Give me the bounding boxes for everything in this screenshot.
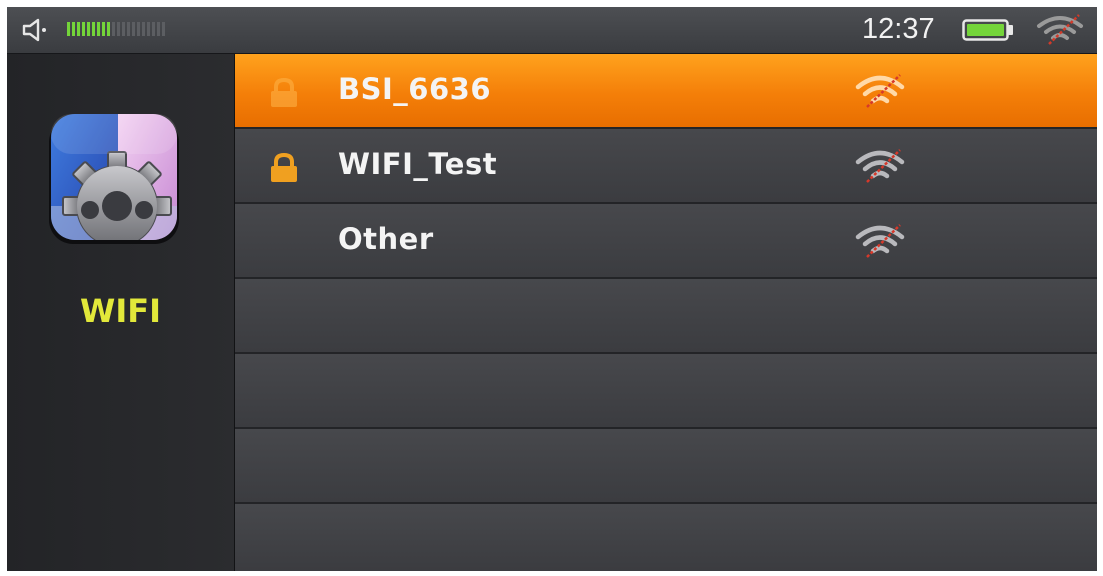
- speaker-icon[interactable]: [21, 17, 51, 43]
- network-row-2[interactable]: Other: [235, 204, 1097, 279]
- volume-bar: [147, 22, 150, 36]
- volume-bar: [67, 22, 70, 36]
- empty-row: [235, 429, 1097, 504]
- wifi-signal-icon: [855, 74, 905, 108]
- volume-bar: [107, 22, 110, 36]
- network-name: WIFI_Test: [338, 147, 498, 181]
- empty-row: [235, 279, 1097, 354]
- network-name: Other: [338, 222, 434, 256]
- network-name: BSI_6636: [338, 72, 491, 106]
- volume-bar: [102, 22, 105, 36]
- volume-bar: [127, 22, 130, 36]
- settings-gear-icon: [49, 114, 179, 244]
- app-title: WIFI: [80, 292, 161, 330]
- status-bar: 12:37: [7, 7, 1097, 54]
- volume-bar: [77, 22, 80, 36]
- volume-bar: [157, 22, 160, 36]
- wifi-signal-icon: [855, 149, 905, 183]
- volume-level-indicator[interactable]: [67, 22, 165, 36]
- lock-icon: [271, 77, 297, 107]
- volume-bar: [112, 22, 115, 36]
- wifi-signal-icon: [1037, 14, 1083, 45]
- volume-bar: [132, 22, 135, 36]
- volume-bar: [92, 22, 95, 36]
- volume-bar: [72, 22, 75, 36]
- network-list: BSI_6636 WIFI_Test Other: [235, 54, 1097, 571]
- network-row-0[interactable]: BSI_6636: [235, 54, 1097, 129]
- wifi-signal-icon: [855, 224, 905, 258]
- sidebar: WIFI: [7, 54, 235, 571]
- volume-bar: [97, 22, 100, 36]
- volume-bar: [87, 22, 90, 36]
- clock-time: 12:37: [862, 13, 935, 45]
- volume-bar: [162, 22, 165, 36]
- wifi-screen: 12:37 WIFI BSI_6636 WIFI_Test Other: [7, 7, 1097, 571]
- empty-row: [235, 354, 1097, 429]
- lock-icon: [271, 152, 297, 182]
- volume-bar: [152, 22, 155, 36]
- battery-icon: [962, 19, 1013, 41]
- volume-bar: [137, 22, 140, 36]
- volume-bar: [117, 22, 120, 36]
- volume-bar: [82, 22, 85, 36]
- volume-bar: [122, 22, 125, 36]
- network-row-1[interactable]: WIFI_Test: [235, 129, 1097, 204]
- empty-row: [235, 504, 1097, 571]
- volume-bar: [142, 22, 145, 36]
